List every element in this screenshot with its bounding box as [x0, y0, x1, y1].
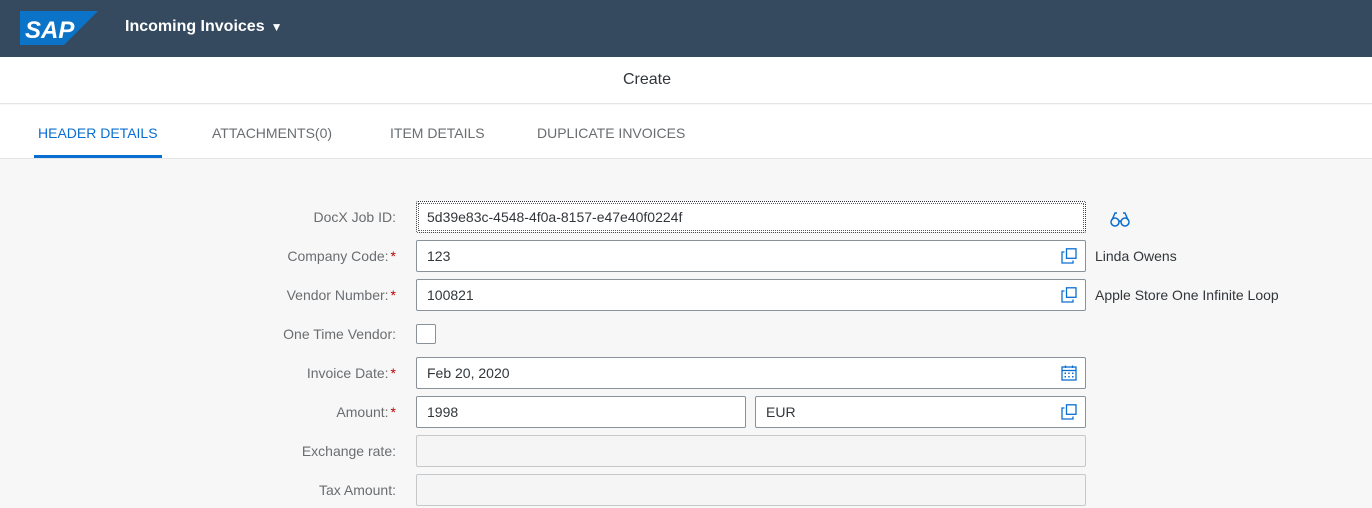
- caret-down-icon: ▼: [270, 20, 283, 34]
- one-time-vendor-label: One Time Vendor:: [283, 326, 396, 342]
- amount-value: 1998: [427, 404, 459, 420]
- page-header: Create: [0, 57, 1372, 104]
- required-mark: *: [390, 248, 396, 264]
- docx-job-id-value: 5d39e83c-4548-4f0a-8157-e47e40f0224f: [427, 209, 683, 225]
- one-time-vendor-checkbox[interactable]: [416, 324, 436, 344]
- company-code-value: 123: [427, 248, 451, 264]
- docx-job-id-input[interactable]: 5d39e83c-4548-4f0a-8157-e47e40f0224f: [416, 201, 1086, 233]
- sap-logo-text: SAP: [25, 17, 75, 44]
- value-help-icon[interactable]: [1061, 248, 1077, 264]
- amount-input[interactable]: 1998: [416, 396, 746, 428]
- currency-input[interactable]: EUR: [755, 396, 1086, 428]
- tab-duplicate-invoices[interactable]: DUPLICATE INVOICES: [537, 105, 685, 158]
- tab-attachments[interactable]: ATTACHMENTS(0): [212, 105, 332, 158]
- tab-bar: HEADER DETAILS ATTACHMENTS(0) ITEM DETAI…: [0, 105, 1372, 158]
- header-details-form: DocX Job ID: 5d39e83c-4548-4f0a-8157-e47…: [0, 158, 1372, 508]
- invoice-date-value: Feb 20, 2020: [427, 365, 510, 381]
- vendor-number-description: Apple Store One Infinite Loop: [1095, 287, 1279, 303]
- app-title-menu[interactable]: Incoming Invoices ▼: [125, 18, 282, 36]
- sap-logo-graphic: SAP: [20, 11, 98, 45]
- value-help-icon[interactable]: [1061, 404, 1077, 420]
- invoice-date-label: Invoice Date: *: [306, 365, 396, 381]
- required-mark: *: [390, 287, 396, 303]
- sap-logo[interactable]: SAP: [20, 11, 98, 45]
- company-code-description: Linda Owens: [1095, 248, 1177, 264]
- company-code-label: Company Code: *: [287, 248, 396, 264]
- calendar-icon[interactable]: [1061, 365, 1077, 381]
- tab-header-details[interactable]: HEADER DETAILS: [34, 105, 162, 158]
- app-title: Incoming Invoices: [125, 18, 265, 35]
- vendor-number-value: 100821: [427, 287, 474, 303]
- amount-label: Amount: *: [336, 404, 396, 420]
- shell-bar: SAP Incoming Invoices ▼: [0, 0, 1372, 57]
- tax-amount-label: Tax Amount:: [318, 482, 396, 498]
- vendor-number-label: Vendor Number: *: [286, 287, 396, 303]
- company-code-input[interactable]: 123: [416, 240, 1086, 272]
- tax-amount-input[interactable]: [416, 474, 1086, 506]
- vendor-number-input[interactable]: 100821: [416, 279, 1086, 311]
- required-mark: *: [390, 365, 396, 381]
- value-help-icon[interactable]: [1061, 287, 1077, 303]
- page-title: Create: [622, 71, 672, 88]
- glasses-icon[interactable]: [1110, 210, 1130, 228]
- exchange-rate-label: Exchange rate:: [301, 443, 396, 459]
- docx-job-id-label: DocX Job ID:: [313, 209, 396, 225]
- invoice-date-input[interactable]: Feb 20, 2020: [416, 357, 1086, 389]
- tab-item-details[interactable]: ITEM DETAILS: [390, 105, 485, 158]
- currency-value: EUR: [766, 404, 796, 420]
- required-mark: *: [390, 404, 396, 420]
- exchange-rate-input[interactable]: [416, 435, 1086, 467]
